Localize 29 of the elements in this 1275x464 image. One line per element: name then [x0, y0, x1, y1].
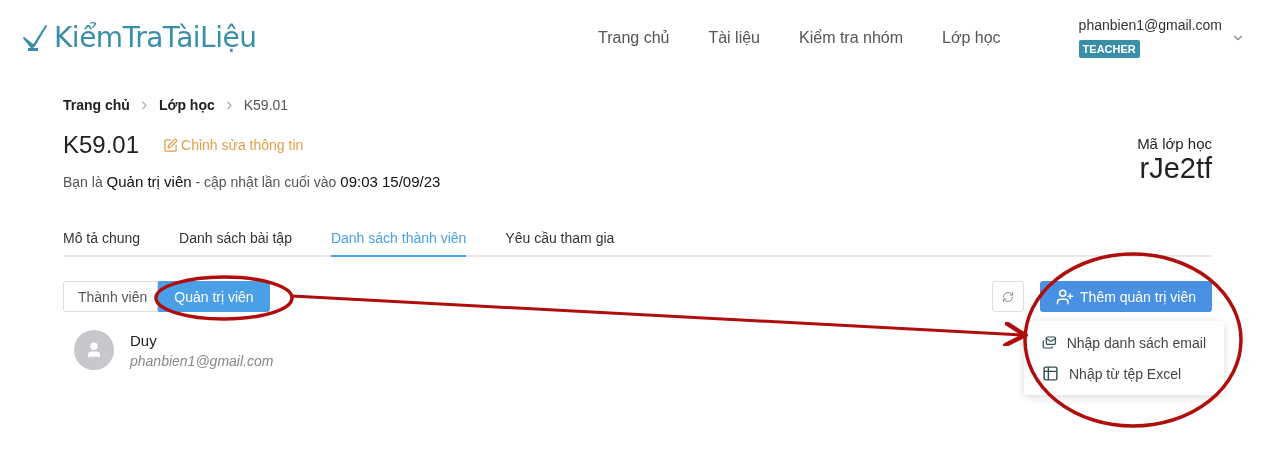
nav-link[interactable]: Tài liệu: [708, 28, 760, 47]
breadcrumb-item[interactable]: Lớp học: [158, 97, 215, 113]
member-email: phanbien1@gmail.com: [130, 352, 274, 369]
edit-icon: [163, 137, 179, 153]
nav-link[interactable]: Trang chủ: [598, 28, 670, 47]
avatar: [74, 330, 114, 370]
refresh-icon: [1002, 290, 1015, 303]
nav-link[interactable]: Kiểm tra nhóm: [799, 28, 904, 47]
code-label: Mã lớp học: [1137, 135, 1212, 152]
mail-icon: [1042, 334, 1057, 351]
table-icon: [1042, 365, 1059, 382]
segment-button[interactable]: Thành viên: [63, 281, 159, 312]
class-info: Bạn là Quản trị viên - cập nhật lần cuối vào 09:03 15/09/23: [63, 173, 441, 190]
member-name: Duy: [130, 331, 158, 349]
role-badge: TEACHER: [1078, 40, 1140, 58]
menu-item[interactable]: Nhập từ tệp Excel: [1024, 358, 1224, 389]
tab[interactable]: Yêu cầu tham gia: [505, 220, 615, 257]
class-code: rJe2tf: [1139, 152, 1212, 185]
breadcrumb-item[interactable]: Trang chủ: [63, 97, 130, 113]
tab[interactable]: Danh sách bài tập: [179, 220, 292, 257]
current-page-label: K59.01: [243, 97, 289, 113]
user-email[interactable]: phanbien1@gmail.com: [1078, 17, 1222, 33]
user-plus-icon: [1056, 287, 1075, 306]
menu-item[interactable]: Nhập danh sách email: [1024, 327, 1224, 358]
refresh-button[interactable]: [992, 281, 1025, 312]
nav-link[interactable]: Lớp học: [942, 28, 1001, 47]
tab[interactable]: Mô tả chung: [63, 220, 141, 257]
checkmark-icon: [22, 23, 50, 52]
class-title: K59.01: [63, 131, 140, 159]
